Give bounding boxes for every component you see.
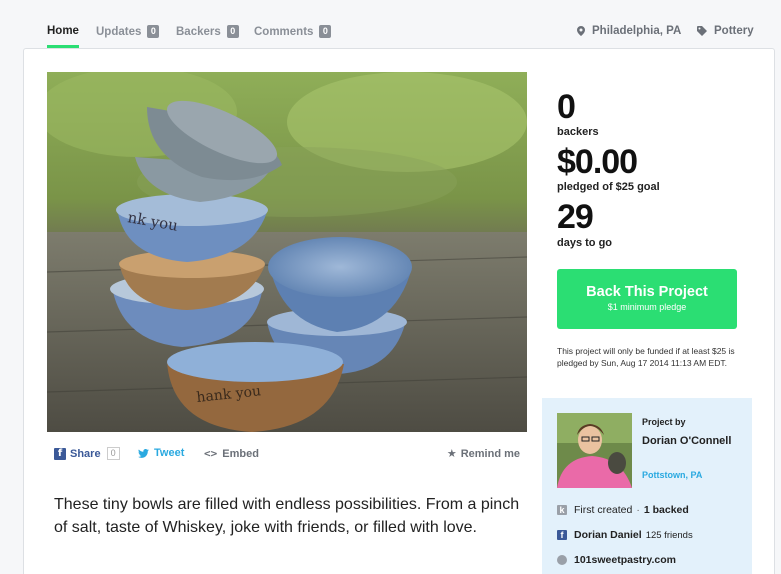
tab-home-label: Home [47, 25, 79, 37]
map-pin-icon [577, 26, 585, 36]
funding-note: This project will only be funded if at l… [557, 346, 735, 368]
creator-location[interactable]: Pottstown, PA [642, 470, 702, 480]
separator-dot: · [636, 504, 640, 516]
back-button-label: Back This Project [586, 284, 708, 300]
pledged-label: pledged of $25 goal [557, 181, 660, 193]
tag-icon [697, 26, 707, 36]
facebook-friends: 125 friends [645, 529, 693, 541]
category-link[interactable]: Pottery [697, 25, 754, 37]
days-remaining: 29 [557, 198, 594, 236]
creator-box: Project by Dorian O'Connell Pottstown, P… [542, 398, 752, 574]
location-label: Philadelphia, PA [592, 25, 682, 37]
creator-history: k First created · 1 backed [557, 504, 689, 516]
tab-comments-label: Comments [254, 25, 314, 38]
facebook-share-button[interactable]: f Share 0 [54, 447, 120, 460]
project-by-heading: Project by [642, 417, 686, 427]
embed-button[interactable]: <> Embed [204, 447, 259, 460]
first-created-label: First created [574, 504, 633, 516]
creator-website: 101sweetpastry.com [557, 554, 676, 566]
project-video-image[interactable]: nk you hank you [47, 72, 527, 432]
tab-updates[interactable]: Updates 0 [96, 25, 160, 38]
remind-me-label: Remind me [460, 447, 520, 460]
tab-backers-label: Backers [176, 25, 221, 38]
facebook-share-count: 0 [106, 447, 120, 460]
tab-updates-label: Updates [96, 25, 142, 38]
tab-backers-count: 0 [226, 25, 239, 38]
embed-label: Embed [222, 447, 259, 460]
backed-count[interactable]: 1 backed [644, 504, 689, 516]
days-label: days to go [557, 237, 613, 249]
back-this-project-button[interactable]: Back This Project $1 minimum pledge [557, 269, 737, 329]
twitter-bird-icon [138, 448, 149, 458]
facebook-icon: f [54, 447, 66, 460]
location-link[interactable]: Philadelphia, PA [577, 25, 681, 37]
pottery-photo: nk you hank you [47, 72, 527, 432]
pledged-amount: $0.00 [557, 143, 638, 181]
backers-label: backers [557, 126, 599, 138]
tab-home[interactable]: Home [47, 25, 79, 37]
globe-icon [557, 555, 567, 565]
creator-photo [557, 413, 632, 488]
tab-comments[interactable]: Comments 0 [254, 25, 332, 38]
share-bar: f Share 0 Tweet <> Embed ★ Remind me [54, 447, 520, 463]
back-button-sublabel: $1 minimum pledge [607, 302, 687, 312]
backers-count: 0 [557, 88, 576, 126]
tab-updates-count: 0 [147, 25, 160, 38]
tab-comments-count: 0 [319, 25, 332, 38]
category-label: Pottery [714, 25, 754, 37]
facebook-share-label: Share [70, 447, 101, 460]
kickstarter-k-icon: k [557, 505, 567, 515]
project-nav: Home Updates 0 Backers 0 Comments 0 Phil… [0, 0, 781, 48]
creator-avatar[interactable] [557, 413, 632, 488]
remind-me-button[interactable]: ★ Remind me [447, 447, 520, 460]
website-link[interactable]: 101sweetpastry.com [574, 554, 676, 566]
tab-backers[interactable]: Backers 0 [176, 25, 239, 38]
facebook-icon: f [557, 530, 567, 540]
project-blurb: These tiny bowls are filled with endless… [54, 496, 520, 536]
code-brackets-icon: <> [204, 447, 218, 460]
creator-facebook: f Dorian Daniel 125 friends [557, 529, 693, 541]
creator-name[interactable]: Dorian O'Connell [642, 435, 742, 448]
tweet-label: Tweet [154, 447, 185, 459]
star-icon: ★ [446, 447, 457, 460]
tweet-button[interactable]: Tweet [138, 447, 184, 459]
facebook-name[interactable]: Dorian Daniel [574, 529, 642, 541]
